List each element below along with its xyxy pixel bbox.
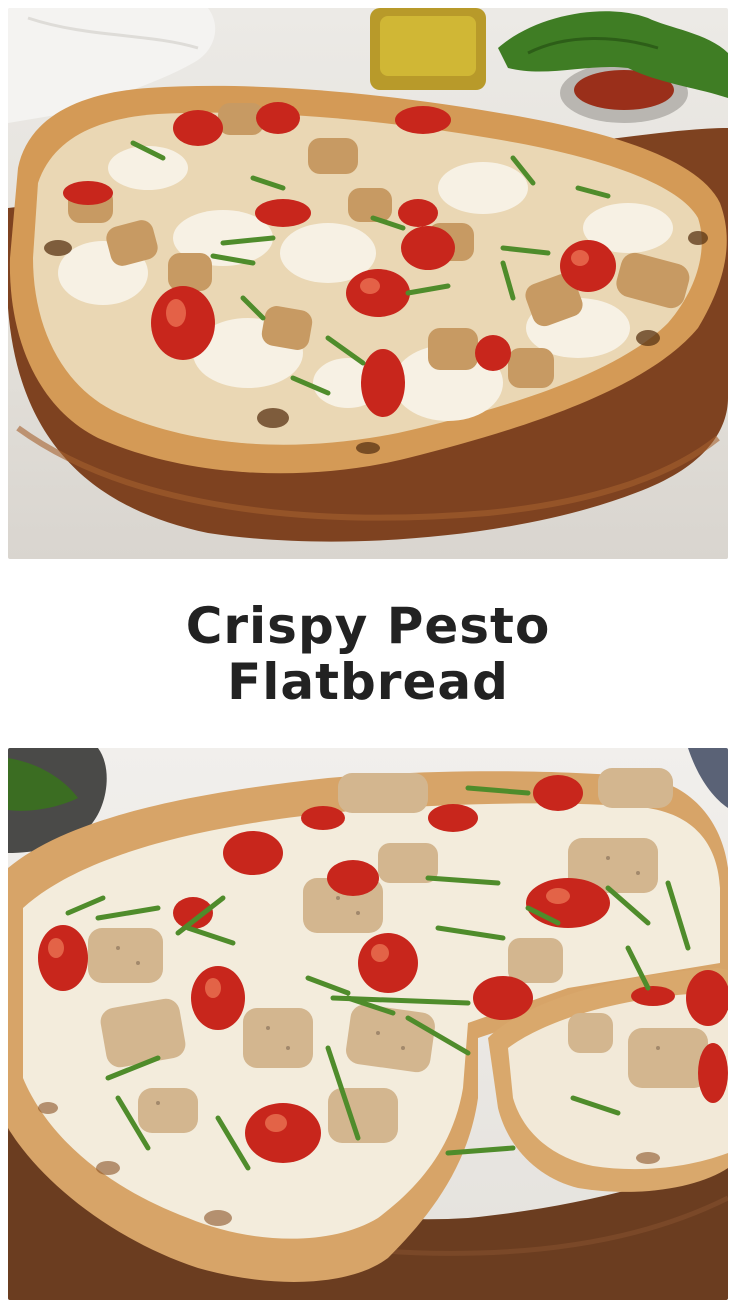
bottom-photo[interactable] (8, 748, 728, 1300)
cloth (688, 748, 728, 808)
title-band: Crispy Pesto Flatbread (0, 559, 736, 748)
recipe-pin: Crispy Pesto Flatbread (0, 0, 736, 1308)
recipe-title: Crispy Pesto Flatbread (185, 596, 551, 711)
oil-highlight (380, 16, 476, 76)
top-photo[interactable] (8, 8, 728, 559)
flatbread-illustration-top (8, 8, 728, 542)
flatbread-illustration-bottom (8, 748, 728, 1300)
